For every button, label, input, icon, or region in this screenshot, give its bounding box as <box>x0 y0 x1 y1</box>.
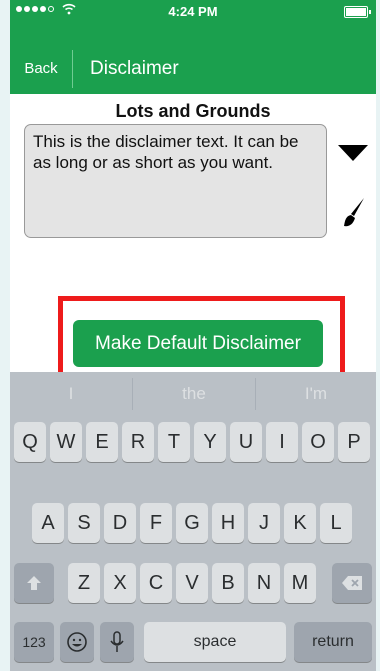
suggestion-1[interactable]: I <box>10 372 132 416</box>
shift-key[interactable] <box>14 563 54 603</box>
disclaimer-text-area[interactable]: This is the disclaimer text. It can be a… <box>24 124 327 238</box>
keyboard: I the I'm Q W E R T Y U I O P A S D F G … <box>10 372 376 671</box>
left-background <box>0 0 10 671</box>
status-bar: 4:24 PM <box>10 0 376 22</box>
paintbrush-icon[interactable] <box>342 196 366 230</box>
key-b[interactable]: B <box>212 563 244 603</box>
emoji-key[interactable] <box>60 622 94 662</box>
delete-icon <box>342 576 362 590</box>
key-m[interactable]: M <box>284 563 316 603</box>
shift-icon <box>27 576 41 590</box>
triangle-down-icon[interactable] <box>338 143 368 163</box>
key-j[interactable]: J <box>248 503 280 543</box>
key-r[interactable]: R <box>122 422 154 462</box>
key-h[interactable]: H <box>212 503 244 543</box>
key-c[interactable]: C <box>140 563 172 603</box>
suggestion-2[interactable]: the <box>133 372 255 416</box>
delete-key[interactable] <box>332 563 372 603</box>
key-d[interactable]: D <box>104 503 136 543</box>
status-time: 4:24 PM <box>168 4 218 19</box>
key-a[interactable]: A <box>32 503 64 543</box>
key-e[interactable]: E <box>86 422 118 462</box>
key-q[interactable]: Q <box>14 422 46 462</box>
key-p[interactable]: P <box>338 422 370 462</box>
key-v[interactable]: V <box>176 563 208 603</box>
key-x[interactable]: X <box>104 563 136 603</box>
make-default-disclaimer-button[interactable]: Make Default Disclaimer <box>73 320 323 367</box>
suggestion-3[interactable]: I'm <box>256 372 376 416</box>
key-y[interactable]: Y <box>194 422 226 462</box>
key-g[interactable]: G <box>176 503 208 543</box>
section-title: Lots and Grounds <box>115 101 271 121</box>
navigation-bar: Back Disclaimer <box>10 22 376 94</box>
key-l[interactable]: L <box>320 503 352 543</box>
back-button[interactable]: Back <box>10 44 72 94</box>
key-w[interactable]: W <box>50 422 82 462</box>
key-s[interactable]: S <box>68 503 100 543</box>
emoji-icon <box>67 632 87 652</box>
phone-screen: 4:24 PM Back Disclaimer Lots and Grounds… <box>10 0 376 671</box>
key-n[interactable]: N <box>248 563 280 603</box>
space-key[interactable]: space <box>144 622 286 662</box>
key-i[interactable]: I <box>266 422 298 462</box>
page-title: Disclaimer <box>90 58 179 79</box>
nav-divider <box>72 50 73 88</box>
key-o[interactable]: O <box>302 422 334 462</box>
key-t[interactable]: T <box>158 422 190 462</box>
key-k[interactable]: K <box>284 503 316 543</box>
right-background <box>376 0 380 671</box>
return-key[interactable]: return <box>294 622 372 662</box>
microphone-icon <box>110 631 124 652</box>
battery-icon <box>344 6 371 18</box>
key-f[interactable]: F <box>140 503 172 543</box>
key-z[interactable]: Z <box>68 563 100 603</box>
numbers-key[interactable]: 123 <box>14 622 54 662</box>
microphone-key[interactable] <box>100 622 134 662</box>
key-u[interactable]: U <box>230 422 262 462</box>
